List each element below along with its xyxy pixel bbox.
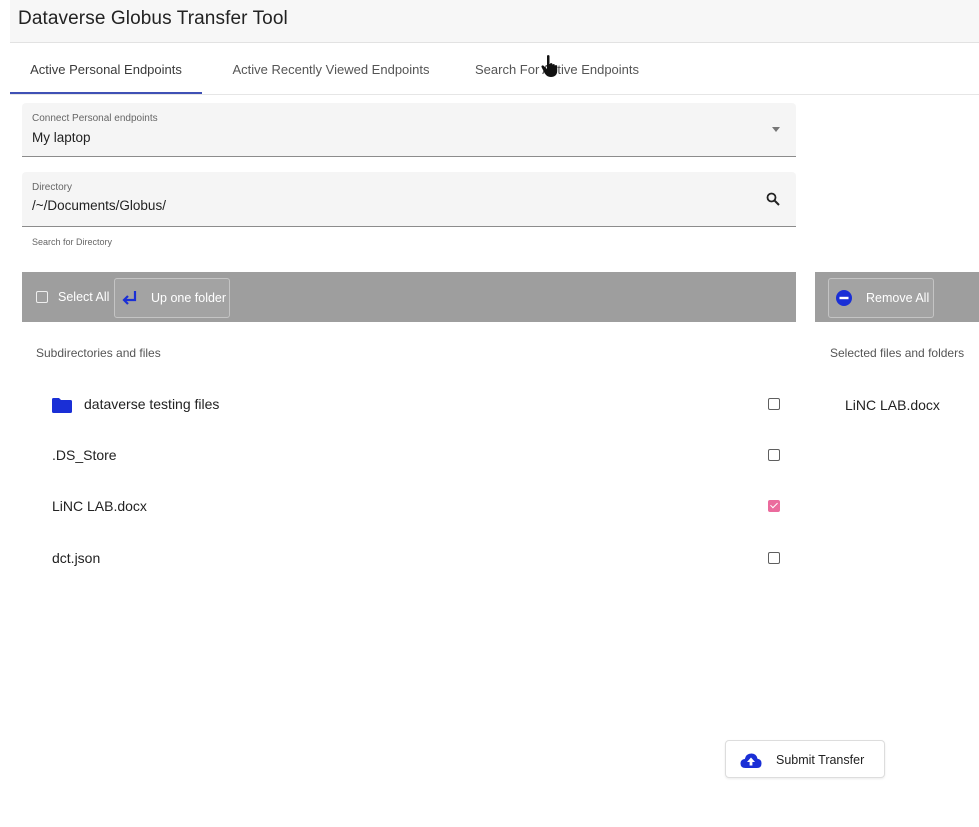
- remove-all-label: Remove All: [866, 291, 930, 305]
- select-all-label: Select All: [58, 290, 110, 304]
- return-arrow-icon: [122, 291, 137, 305]
- files-section-heading: Subdirectories and files: [36, 346, 161, 360]
- file-toolbar: Select All Up one folder: [22, 272, 796, 322]
- submit-transfer-button[interactable]: Submit Transfer: [725, 740, 885, 778]
- file-name: dataverse testing files: [84, 396, 220, 412]
- file-name: dct.json: [52, 550, 101, 566]
- app-header: Dataverse Globus Transfer Tool: [10, 0, 979, 43]
- directory-label: Directory: [32, 182, 73, 193]
- selected-toolbar: Remove All: [815, 272, 979, 322]
- folder-icon: [52, 398, 72, 413]
- up-one-folder-button[interactable]: Up one folder: [114, 278, 230, 318]
- endpoint-select-label: Connect Personal endpoints: [32, 113, 158, 124]
- directory-field: Directory: [22, 172, 796, 227]
- submit-transfer-label: Submit Transfer: [776, 753, 865, 767]
- list-item-folder[interactable]: dataverse testing files: [22, 380, 796, 430]
- file-name: .DS_Store: [52, 447, 117, 463]
- selected-item: LiNC LAB.docx: [845, 397, 940, 413]
- tab-bar: Active Personal Endpoints Active Recentl…: [10, 48, 979, 95]
- row-checkbox[interactable]: [768, 398, 780, 410]
- endpoint-select-value: My laptop: [32, 130, 91, 145]
- remove-all-button[interactable]: Remove All: [828, 278, 934, 318]
- directory-hint: Search for Directory: [32, 237, 113, 247]
- row-checkbox[interactable]: [768, 552, 780, 564]
- list-item[interactable]: dct.json: [22, 534, 796, 584]
- remove-circle-icon: [836, 290, 852, 306]
- list-item[interactable]: LiNC LAB.docx: [22, 482, 796, 532]
- hand-cursor-icon: [541, 55, 558, 77]
- up-one-folder-label: Up one folder: [151, 291, 227, 305]
- file-name: LiNC LAB.docx: [52, 498, 147, 514]
- dropdown-arrow-icon[interactable]: [772, 127, 780, 132]
- directory-input[interactable]: [32, 198, 632, 213]
- row-checkbox-checked[interactable]: [768, 500, 780, 512]
- select-all-box[interactable]: [36, 291, 48, 303]
- cloud-upload-icon: [740, 753, 762, 768]
- list-item[interactable]: .DS_Store: [22, 431, 796, 481]
- selected-section-heading: Selected files and folders: [830, 346, 965, 360]
- tab-active-recently-viewed-endpoints[interactable]: Active Recently Viewed Endpoints: [215, 48, 447, 92]
- app-title: Dataverse Globus Transfer Tool: [18, 8, 288, 29]
- row-checkbox[interactable]: [768, 449, 780, 461]
- endpoint-select[interactable]: Connect Personal endpoints My laptop: [22, 103, 796, 157]
- tab-active-personal-endpoints[interactable]: Active Personal Endpoints: [10, 48, 202, 94]
- search-icon[interactable]: [766, 192, 780, 206]
